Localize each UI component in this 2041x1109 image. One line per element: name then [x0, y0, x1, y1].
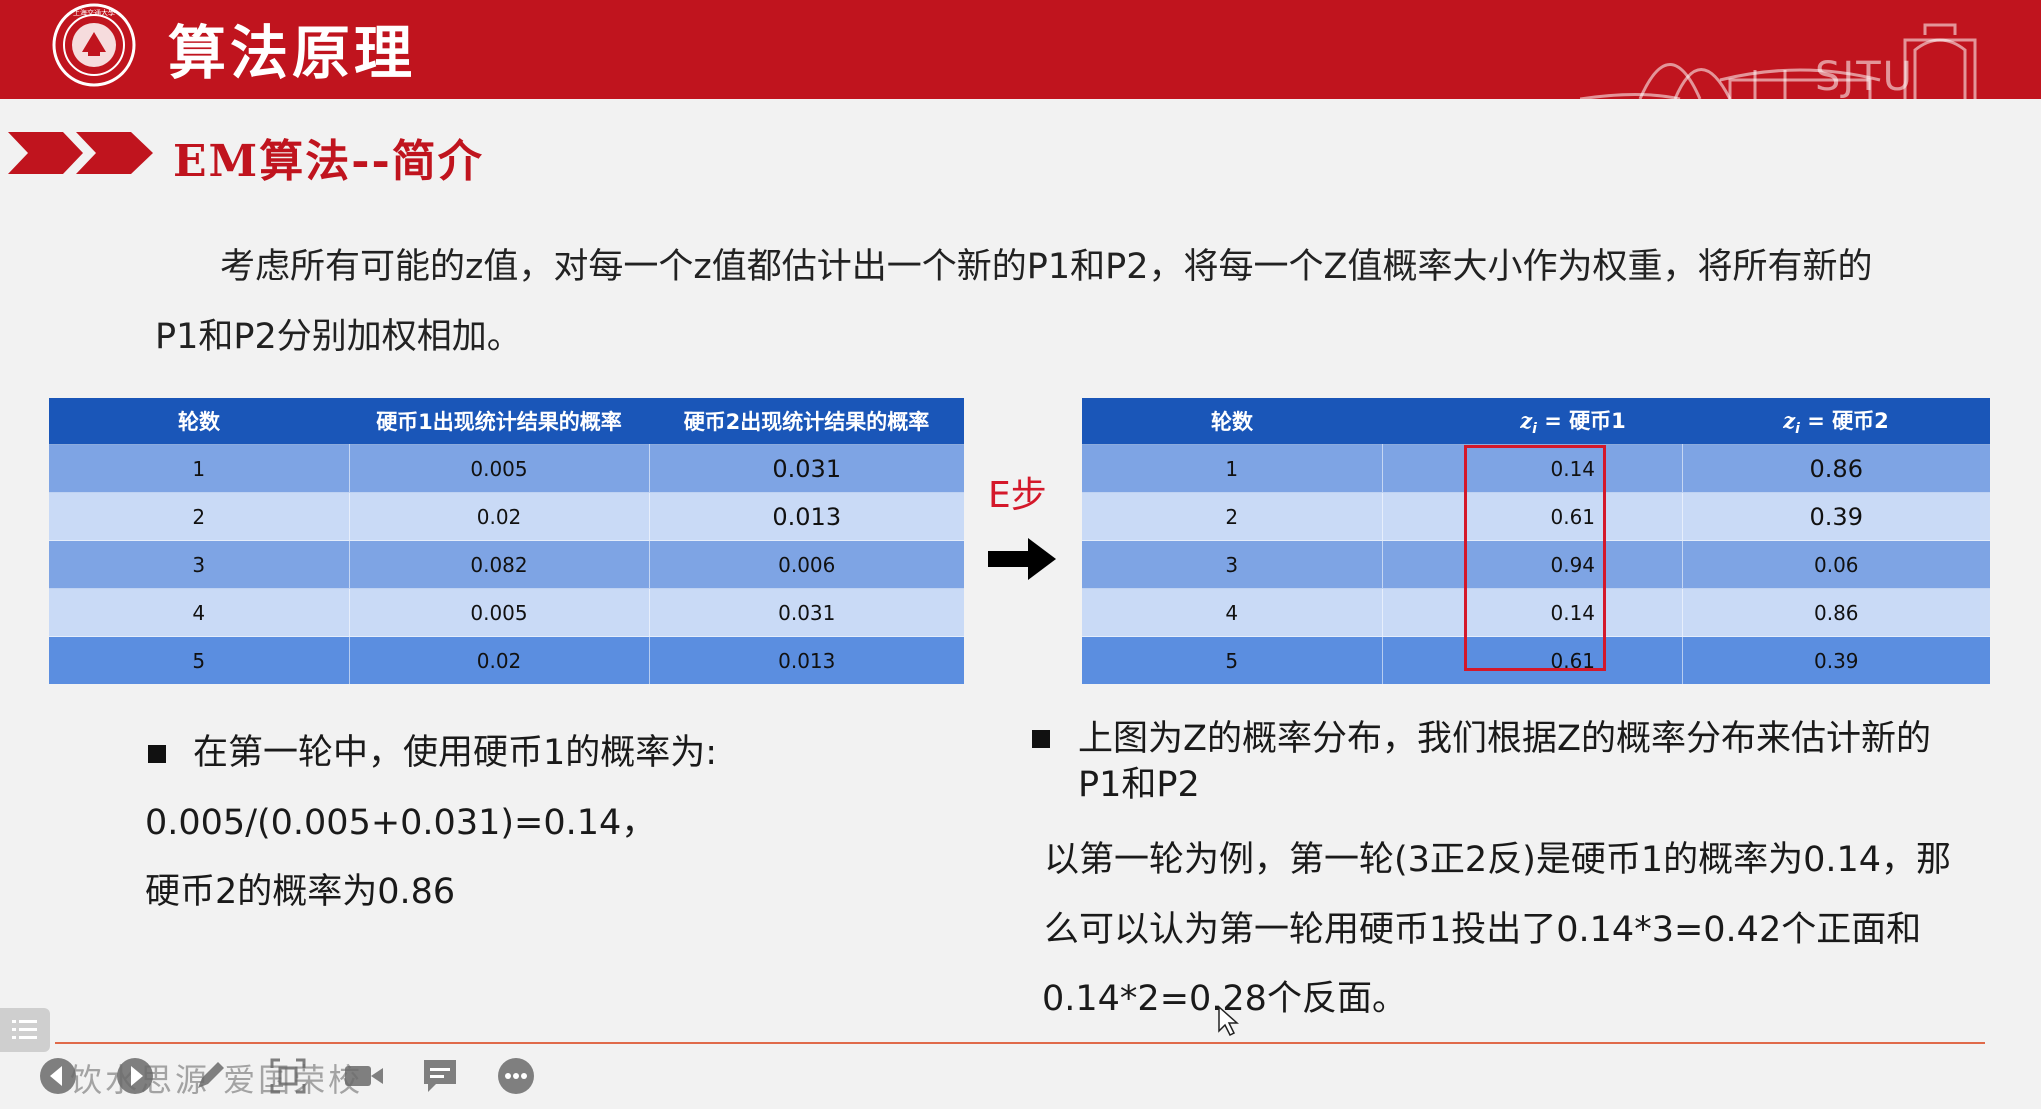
table-cell: 0.013 — [649, 492, 964, 541]
z-coin1-highlight-box — [1464, 445, 1606, 671]
menu-icon — [12, 1020, 37, 1039]
campus-skyline-icon — [1580, 23, 1977, 99]
left-note-formula: 0.005/(0.005+0.031)=0.14， — [145, 803, 657, 843]
brand-mark: SJTU — [1815, 54, 1914, 100]
table-cell: 0.86 — [1682, 588, 1990, 637]
col-header-z-coin2: zi = 硬币2 — [1682, 398, 1990, 445]
right-note-line4: 么可以认为第一轮用硬币1投出了0.14*3=0.42个正面和 — [1044, 910, 1922, 950]
col-header-coin1: 硬币1出现统计结果的概率 — [349, 398, 649, 445]
table-cell — [1382, 444, 1464, 493]
footer-divider — [55, 1042, 1985, 1044]
more-icon[interactable] — [496, 1056, 536, 1096]
screenshot-icon[interactable] — [268, 1056, 308, 1096]
z-label: = 硬币1 — [1536, 408, 1626, 433]
table-cell: 0.02 — [349, 492, 650, 541]
university-logo-icon: 上海交通大學 — [52, 3, 136, 87]
table-cell: 0.031 — [649, 588, 964, 637]
coin-likelihood-table: 轮数 硬币1出现统计结果的概率 硬币2出现统计结果的概率 1 0.005 0.0… — [49, 398, 964, 684]
table-row: 1 0.005 0.031 — [49, 444, 964, 493]
camera-icon[interactable] — [343, 1058, 385, 1094]
pen-icon[interactable] — [190, 1056, 230, 1096]
col-header-round: 轮数 — [49, 398, 349, 445]
table-cell: 0.013 — [649, 636, 964, 684]
comment-icon[interactable] — [420, 1056, 460, 1096]
table-cell — [1382, 636, 1464, 684]
table-row: 4 0.005 0.031 — [49, 588, 964, 637]
table-cell: 3 — [49, 540, 350, 589]
table-header-row: 轮数 zi = 硬币1 zi = 硬币2 — [1082, 398, 1990, 445]
table-cell: 0.39 — [1682, 636, 1990, 684]
z-variable: z — [1520, 407, 1533, 433]
prev-icon[interactable] — [38, 1056, 78, 1096]
table-row: 3 0.082 0.006 — [49, 540, 964, 589]
slide-header: 上海交通大學 算法原理 SJTU — [0, 0, 2041, 100]
svg-text:上海交通大學: 上海交通大學 — [73, 8, 115, 17]
right-note-bullet-line2: P1和P2 — [1078, 765, 1200, 805]
table-cell: 5 — [1082, 636, 1383, 684]
header-title: 算法原理 — [168, 19, 417, 87]
col-header-z-coin1: zi = 硬币1 — [1464, 398, 1682, 445]
table-cell — [1382, 540, 1464, 589]
table-cell: 3 — [1082, 540, 1383, 589]
table-cell — [1382, 492, 1464, 541]
right-note-bullet-line1: 上图为Z的概率分布，我们根据Z的概率分布来估计新的 — [1078, 719, 1931, 759]
col-header-coin2: 硬币2出现统计结果的概率 — [649, 398, 964, 445]
table-cell: 0.86 — [1682, 444, 1990, 493]
table-cell: 0.006 — [649, 540, 964, 589]
table-cell — [1382, 588, 1464, 637]
table-cell: 0.39 — [1682, 492, 1990, 541]
right-note-line3: 以第一轮为例，第一轮(3正2反)是硬币1的概率为0.14，那 — [1044, 840, 1952, 880]
left-note-line3: 硬币2的概率为0.86 — [145, 872, 456, 912]
estep-label: E步 — [988, 475, 1047, 516]
section-chevrons-icon — [8, 132, 153, 174]
col-header-round: 轮数 — [1082, 398, 1382, 445]
left-note-line1: 在第一轮中，使用硬币1的概率为: — [193, 733, 718, 773]
table-cell: 4 — [1082, 588, 1383, 637]
table-cell: 0.031 — [649, 444, 964, 493]
table-cell: 0.082 — [349, 540, 650, 589]
bullet-square-icon — [1032, 730, 1050, 748]
table-cell: 5 — [49, 636, 350, 684]
z-label: = 硬币2 — [1799, 408, 1889, 433]
next-icon[interactable] — [115, 1056, 155, 1096]
table-row: 2 0.02 0.013 — [49, 492, 964, 541]
right-arrow-icon — [988, 538, 1056, 580]
table-cell: 0.06 — [1682, 540, 1990, 589]
col-header-spacer — [1382, 398, 1464, 445]
table-cell: 2 — [49, 492, 350, 541]
z-variable: z — [1783, 407, 1796, 433]
mouse-cursor-icon — [1218, 1005, 1239, 1037]
table-cell: 1 — [49, 444, 350, 493]
table-cell: 0.005 — [349, 588, 650, 637]
intro-paragraph: 考虑所有可能的z值，对每一个z值都估计出一个新的P1和P2，将每一个Z值概率大小… — [155, 247, 1873, 357]
bullet-square-icon — [148, 745, 166, 763]
table-cell: 4 — [49, 588, 350, 637]
table-cell: 0.02 — [349, 636, 650, 684]
table-header-row: 轮数 硬币1出现统计结果的概率 硬币2出现统计结果的概率 — [49, 398, 964, 445]
table-cell: 0.005 — [349, 444, 650, 493]
menu-button[interactable] — [0, 1008, 50, 1052]
table-cell: 2 — [1082, 492, 1383, 541]
section-title: EM算法--简介 — [173, 136, 484, 187]
table-row: 5 0.02 0.013 — [49, 636, 964, 684]
table-cell: 1 — [1082, 444, 1383, 493]
